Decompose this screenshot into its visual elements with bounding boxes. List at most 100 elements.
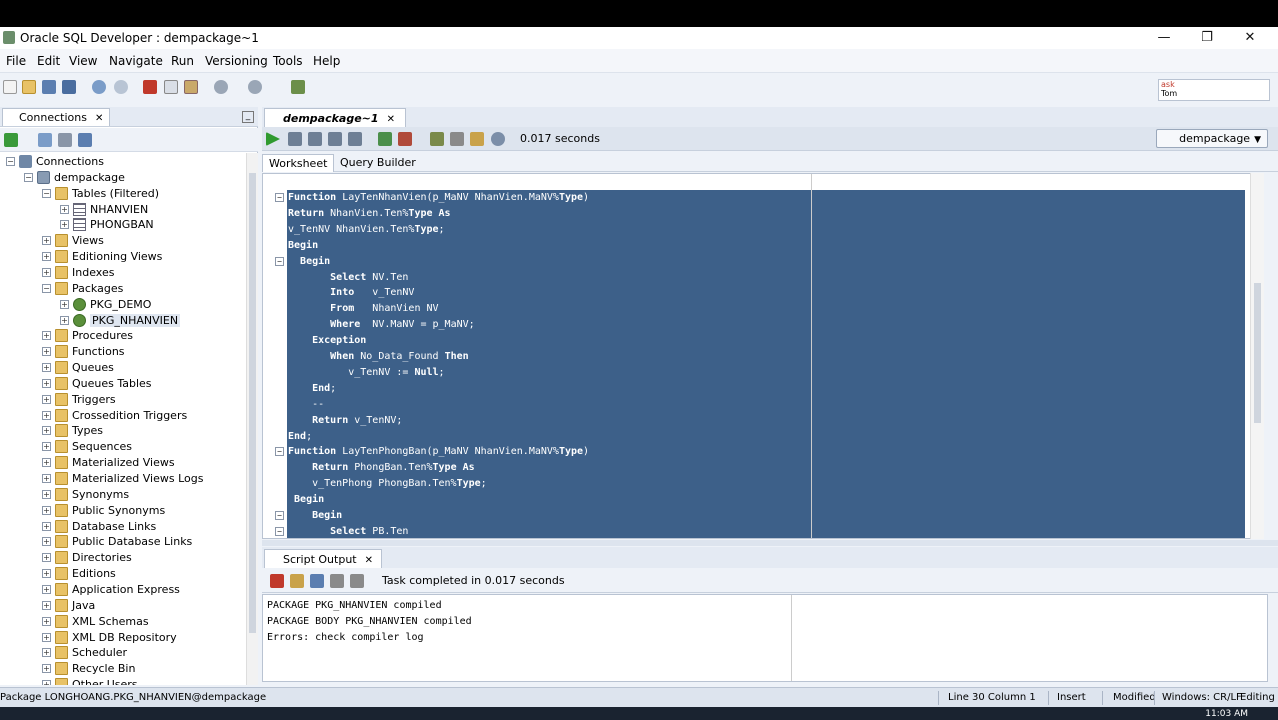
- explain-plan-icon[interactable]: [348, 132, 362, 146]
- expand-icon[interactable]: +: [42, 252, 51, 262]
- expand-icon[interactable]: +: [60, 299, 69, 309]
- eraser-icon[interactable]: [290, 574, 304, 588]
- back-icon[interactable]: [214, 80, 228, 94]
- copy-icon[interactable]: [164, 80, 178, 94]
- autotrace-icon[interactable]: [378, 132, 392, 146]
- close-icon[interactable]: ✕: [387, 114, 395, 125]
- run-script-icon[interactable]: [288, 132, 302, 146]
- expand-icon[interactable]: +: [42, 236, 51, 246]
- collapse-icon[interactable]: −: [42, 188, 51, 198]
- undo-icon[interactable]: [92, 80, 106, 94]
- expand-icon[interactable]: +: [42, 600, 51, 610]
- ask-tom-search[interactable]: ask Tom: [1158, 79, 1270, 101]
- expand-icon[interactable]: +: [42, 537, 51, 547]
- expand-icon[interactable]: +: [42, 458, 51, 468]
- expand-icon[interactable]: +: [42, 363, 51, 373]
- collapse-icon[interactable]: −: [42, 283, 51, 293]
- rollback-icon[interactable]: [328, 132, 342, 146]
- format-icon[interactable]: [430, 132, 444, 146]
- pin-icon[interactable]: [270, 574, 284, 588]
- fold-icon[interactable]: −: [275, 526, 284, 536]
- close-icon[interactable]: ✕: [95, 113, 103, 124]
- close-button[interactable]: ✕: [1230, 28, 1270, 48]
- expand-icon[interactable]: +: [42, 489, 51, 499]
- schema-browser-icon[interactable]: [78, 133, 92, 147]
- expand-icon[interactable]: +: [42, 569, 51, 579]
- forward-icon[interactable]: [248, 80, 262, 94]
- run-statement-icon[interactable]: [266, 132, 280, 146]
- expand-icon[interactable]: +: [42, 584, 51, 594]
- expand-icon[interactable]: +: [42, 474, 51, 483]
- expand-icon[interactable]: +: [60, 220, 69, 230]
- tab-worksheet[interactable]: Worksheet: [262, 154, 335, 172]
- menu-navigate[interactable]: Navigate: [109, 54, 163, 68]
- connection-select[interactable]: dempackage ▼: [1156, 129, 1268, 148]
- expand-icon[interactable]: +: [42, 680, 51, 685]
- expand-icon[interactable]: +: [42, 394, 51, 404]
- collapse-icon[interactable]: −: [24, 172, 33, 182]
- cut-icon[interactable]: [143, 80, 157, 94]
- expand-icon[interactable]: +: [60, 315, 69, 325]
- add-connection-icon[interactable]: [4, 133, 18, 147]
- expand-icon[interactable]: +: [42, 521, 51, 531]
- minimize-panel-icon[interactable]: _: [242, 111, 254, 123]
- commit-icon[interactable]: [308, 132, 322, 146]
- case-icon[interactable]: [450, 132, 464, 146]
- history-icon[interactable]: [491, 132, 505, 146]
- collapse-icon[interactable]: −: [6, 157, 15, 166]
- expand-icon[interactable]: +: [42, 410, 51, 420]
- sql-icon[interactable]: [291, 80, 305, 94]
- tuning-icon[interactable]: [398, 132, 412, 146]
- menu-view[interactable]: View: [69, 54, 97, 68]
- restore-button[interactable]: ❐: [1187, 28, 1227, 48]
- menu-help[interactable]: Help: [313, 54, 340, 68]
- expand-icon[interactable]: +: [42, 632, 51, 642]
- save-all-icon[interactable]: [62, 80, 76, 94]
- print-icon[interactable]: [330, 574, 344, 588]
- redo-icon[interactable]: [114, 80, 128, 94]
- save-icon[interactable]: [42, 80, 56, 94]
- expand-icon[interactable]: +: [42, 553, 51, 563]
- expand-icon[interactable]: +: [42, 267, 51, 277]
- menu-run[interactable]: Run: [171, 54, 194, 68]
- expand-icon[interactable]: +: [42, 378, 51, 388]
- panel-splitter[interactable]: [262, 540, 1278, 546]
- expand-icon[interactable]: +: [42, 616, 51, 626]
- script-output-tab[interactable]: Script Output ✕: [264, 549, 383, 568]
- editor-scrollbar[interactable]: [1250, 173, 1264, 539]
- tree-scrollbar[interactable]: [246, 153, 258, 685]
- minimize-button[interactable]: —: [1144, 28, 1184, 48]
- save-icon[interactable]: [310, 574, 324, 588]
- expand-icon[interactable]: +: [42, 505, 51, 515]
- expand-icon[interactable]: +: [42, 442, 51, 452]
- expand-icon[interactable]: +: [42, 664, 51, 674]
- buffer-size-icon[interactable]: [350, 574, 364, 588]
- menu-versioning[interactable]: Versioning: [205, 54, 268, 68]
- open-icon[interactable]: [22, 80, 36, 94]
- expand-icon[interactable]: +: [42, 331, 51, 341]
- fold-icon[interactable]: −: [275, 256, 284, 266]
- editor-scrollbar-thumb[interactable]: [1254, 283, 1261, 423]
- expand-icon[interactable]: +: [60, 204, 69, 214]
- menu-edit[interactable]: Edit: [37, 54, 60, 68]
- tree-scrollbar-thumb[interactable]: [249, 173, 256, 633]
- paste-icon[interactable]: [184, 80, 198, 94]
- worksheet-tab[interactable]: dempackage~1 ✕: [264, 108, 406, 127]
- code-editor[interactable]: − Function LayTenNhanVien(p_MaNV NhanVien…: [262, 173, 1264, 539]
- fold-icon[interactable]: −: [275, 447, 284, 457]
- clear-icon[interactable]: [470, 132, 484, 146]
- expand-icon[interactable]: +: [42, 347, 51, 357]
- expand-icon[interactable]: +: [42, 426, 51, 436]
- close-icon[interactable]: ✕: [365, 555, 373, 566]
- tab-query-builder[interactable]: Query Builder: [334, 154, 422, 172]
- fold-icon[interactable]: −: [275, 511, 284, 520]
- menu-file[interactable]: File: [6, 54, 26, 68]
- expand-icon[interactable]: +: [42, 648, 51, 658]
- new-icon[interactable]: [3, 80, 17, 94]
- fold-icon[interactable]: −: [275, 193, 284, 202]
- script-output-area[interactable]: PACKAGE PKG_NHANVIEN compiled PACKAGE BO…: [262, 594, 1268, 682]
- refresh-icon[interactable]: [38, 133, 52, 147]
- filter-icon[interactable]: [58, 133, 72, 147]
- connections-tab[interactable]: Connections ✕: [2, 108, 111, 126]
- menu-tools[interactable]: Tools: [273, 54, 303, 68]
